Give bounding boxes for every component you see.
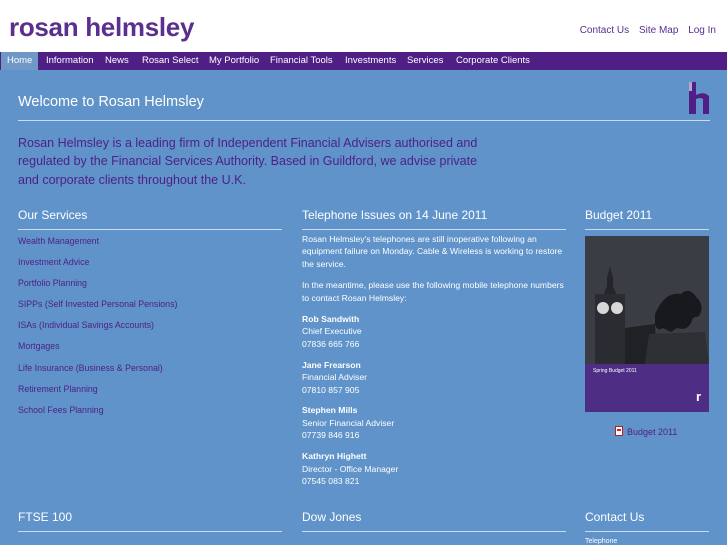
contact-name: Stephen Mills xyxy=(302,405,358,416)
notice-paragraph: In the meantime, please use the followin… xyxy=(302,280,564,303)
top-links: Contact Us Site Map Log In xyxy=(573,25,716,36)
big-ben-illustration xyxy=(585,236,709,364)
nav-item-news[interactable]: News xyxy=(99,52,135,70)
contact-name: Kathryn Highett xyxy=(302,451,367,462)
nav-item-rosan-select[interactable]: Rosan Select xyxy=(136,52,205,70)
contact-phone: 07810 857 905 xyxy=(302,384,360,395)
nav-item-information[interactable]: Information xyxy=(40,52,100,70)
page-title: Welcome to Rosan Helmsley xyxy=(18,94,204,110)
pdf-icon xyxy=(615,426,623,436)
budget-pdf-link[interactable]: Budget 2011 xyxy=(615,425,677,437)
budget-pdf-label: Budget 2011 xyxy=(627,427,678,437)
dow-divider xyxy=(302,531,566,532)
nav-item-corporate-clients[interactable]: Corporate Clients xyxy=(450,52,536,70)
services-divider xyxy=(18,229,282,230)
site-map-link[interactable]: Site Map xyxy=(639,25,678,36)
contact-telephone-label: Telephone xyxy=(585,538,618,545)
notice-paragraph: Rosan Helmsley's telephones are still in… xyxy=(302,234,563,269)
nav-item-home[interactable]: Home xyxy=(1,52,39,70)
services-list: Wealth Management Investment Advice Port… xyxy=(18,234,177,424)
telephone-heading: Telephone Issues on 14 June 2011 xyxy=(302,208,488,222)
brand-mark-icon xyxy=(689,82,709,114)
service-link[interactable]: Mortgages xyxy=(18,339,177,360)
cover-caption: Spring Budget 2011 xyxy=(593,368,637,374)
ftse-divider xyxy=(18,531,282,532)
service-link[interactable]: Life Insurance (Business & Personal) xyxy=(18,361,177,382)
dow-heading: Dow Jones xyxy=(302,510,362,524)
service-link[interactable]: Retirement Planning xyxy=(18,382,177,403)
contact-role: Director - Office Manager xyxy=(302,463,399,474)
service-link[interactable]: School Fees Planning xyxy=(18,403,177,424)
main-content: Welcome to Rosan Helmsley Rosan Helmsley… xyxy=(0,70,727,545)
cover-logo-icon: r xyxy=(695,389,701,404)
contact-phone: 07836 665 766 xyxy=(302,338,360,349)
nav-item-financial-tools[interactable]: Financial Tools xyxy=(264,52,339,70)
telephone-notice: Rosan Helmsley's telephones are still in… xyxy=(302,233,564,496)
service-link[interactable]: Investment Advice xyxy=(18,255,177,276)
contact-role: Chief Executive xyxy=(302,326,362,337)
services-heading: Our Services xyxy=(18,208,88,222)
contact-role: Financial Adviser xyxy=(302,372,367,383)
contact-phone: 07739 846 916 xyxy=(302,430,360,441)
ftse-heading: FTSE 100 xyxy=(18,510,73,524)
header: rosan helmsley Contact Us Site Map Log I… xyxy=(0,0,727,52)
intro-text: Rosan Helmsley is a leading firm of Inde… xyxy=(18,136,478,187)
contact-name: Jane Frearson xyxy=(302,359,361,370)
budget-cover-image[interactable]: Spring Budget 2011 r xyxy=(585,236,709,412)
contact-role: Senior Financial Adviser xyxy=(302,417,395,428)
contact-entry: Rob Sandwith Chief Executive 07836 665 7… xyxy=(302,313,564,350)
main-nav: Home Information News Rosan Select My Po… xyxy=(0,52,727,70)
title-divider xyxy=(18,120,710,121)
nav-item-investments[interactable]: Investments xyxy=(339,52,402,70)
contact-entry: Stephen Mills Senior Financial Adviser 0… xyxy=(302,404,564,441)
contact-divider xyxy=(585,531,709,532)
service-link[interactable]: Portfolio Planning xyxy=(18,276,177,297)
nav-item-services[interactable]: Services xyxy=(401,52,449,70)
contact-heading: Contact Us xyxy=(585,510,645,524)
telephone-divider xyxy=(302,229,566,230)
budget-heading: Budget 2011 xyxy=(585,208,653,222)
service-link[interactable]: Wealth Management xyxy=(18,234,177,255)
contact-phone: 07545 083 821 xyxy=(302,476,360,486)
contact-entry: Kathryn Highett Director - Office Manage… xyxy=(302,450,564,487)
contact-us-link[interactable]: Contact Us xyxy=(580,25,629,36)
log-in-link[interactable]: Log In xyxy=(688,25,716,36)
service-link[interactable]: ISAs (Individual Savings Accounts) xyxy=(18,318,177,339)
budget-divider xyxy=(585,229,709,230)
site-logo[interactable]: rosan helmsley xyxy=(9,12,194,42)
contact-name: Rob Sandwith xyxy=(302,314,360,325)
contact-entry: Jane Frearson Financial Adviser 07810 85… xyxy=(302,359,564,396)
service-link[interactable]: SIPPs (Self Invested Personal Pensions) xyxy=(18,297,177,318)
nav-item-my-portfolio[interactable]: My Portfolio xyxy=(203,52,265,70)
